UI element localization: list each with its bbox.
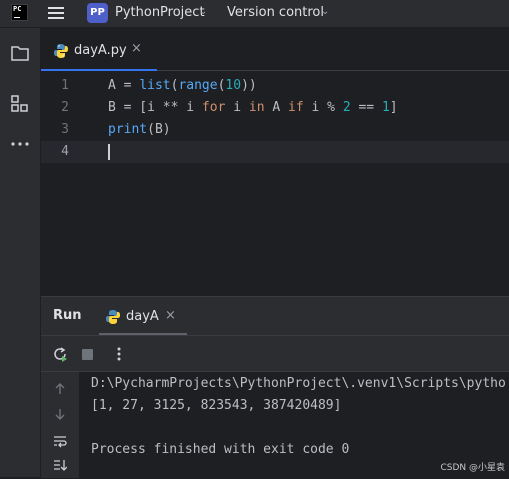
left-toolbar: [0, 28, 41, 477]
close-icon[interactable]: ×: [131, 41, 142, 56]
console-line: D:\PycharmProjects\PythonProject\.venv1\…: [91, 376, 506, 391]
console-sidebar: [41, 371, 80, 479]
stop-icon[interactable]: [82, 349, 93, 360]
code-editor[interactable]: 1 A = list(range(10)) 2 B = [i ** i for …: [41, 71, 509, 296]
rerun-icon[interactable]: [52, 346, 68, 362]
code-line: 1 A = list(range(10)): [41, 75, 509, 97]
line-number: 2: [61, 100, 69, 115]
console-line: Process finished with exit code 0: [91, 442, 350, 457]
logo-text: PC: [13, 5, 22, 13]
arrow-up-icon[interactable]: [53, 382, 67, 396]
more-vertical-icon[interactable]: [114, 346, 124, 362]
code-line-current: 4: [41, 141, 509, 163]
version-control-menu[interactable]: Version control: [227, 5, 324, 20]
close-icon[interactable]: ×: [165, 308, 176, 323]
python-file-icon: [54, 44, 68, 58]
console-output[interactable]: D:\PycharmProjects\PythonProject\.venv1\…: [79, 371, 509, 479]
soft-wrap-icon[interactable]: [53, 434, 67, 448]
scroll-to-end-icon[interactable]: [53, 458, 67, 472]
code-line: 2 B = [i ** i for i in A if i % 2 == 1]: [41, 97, 509, 119]
project-name[interactable]: PythonProject: [115, 5, 205, 20]
folder-icon[interactable]: [10, 43, 30, 63]
structure-icon[interactable]: [10, 94, 30, 114]
run-tab-daya[interactable]: dayA ×: [99, 299, 187, 335]
tab-label: dayA.py: [74, 43, 127, 58]
line-number: 4: [61, 144, 69, 159]
python-file-icon: [106, 310, 120, 324]
run-panel-title: Run: [53, 308, 82, 323]
watermark: CSDN @小星袁: [440, 463, 505, 473]
menu-icon[interactable]: [48, 7, 64, 19]
chevron-down-icon[interactable]: ⌄: [199, 6, 207, 17]
run-panel: Run dayA × D:\PycharmProjects\PythonProj…: [41, 296, 509, 479]
more-icon[interactable]: [10, 134, 30, 154]
title-bar: PC PP PythonProject ⌄ Version control ⌄: [0, 0, 509, 28]
run-tab-label: dayA: [126, 309, 159, 324]
line-number: 3: [61, 122, 69, 137]
pycharm-logo[interactable]: PC: [11, 4, 28, 21]
editor-tab-daya[interactable]: dayA.py ×: [41, 28, 157, 71]
console-line: [1, 27, 3125, 823543, 387420489]: [91, 398, 342, 413]
code-text: A = list(range(10)): [108, 78, 257, 93]
code-text: print(B): [108, 122, 171, 137]
chevron-down-icon[interactable]: ⌄: [321, 6, 329, 17]
run-toolbar: [41, 335, 509, 372]
code-line: 3 print(B): [41, 119, 509, 141]
arrow-down-icon[interactable]: [53, 407, 67, 421]
project-badge[interactable]: PP: [87, 3, 108, 23]
text-caret: [108, 144, 110, 160]
editor-tab-bar: dayA.py ×: [41, 28, 509, 71]
code-text: B = [i ** i for i in A if i % 2 == 1]: [108, 100, 398, 115]
line-number: 1: [61, 78, 69, 93]
